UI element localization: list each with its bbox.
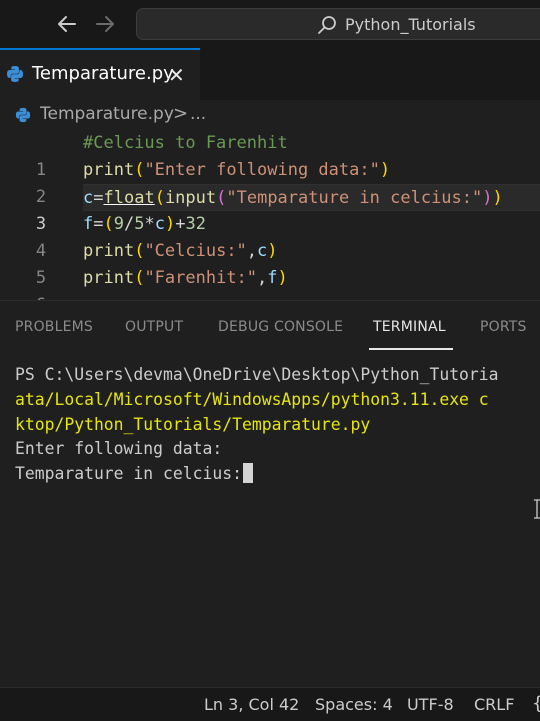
status-bar: Ln 3, Col 42 Spaces: 4 UTF-8 CRLF { (0, 687, 540, 721)
code-line: 1 #Celcius to Farenhit (0, 130, 540, 180)
arrow-right-icon[interactable] (91, 10, 119, 38)
language-mode-icon[interactable]: { (532, 693, 540, 714)
python-icon (15, 107, 31, 123)
cursor-position[interactable]: Ln 3, Col 42 (204, 695, 299, 714)
code-line: 5 print("Celcius:",c) (0, 238, 540, 288)
command-center-search[interactable]: Python_Tutorials (136, 8, 540, 40)
arrow-left-icon[interactable] (53, 10, 81, 38)
line-2-code: print("Enter following data:") (83, 160, 391, 180)
tab-terminal[interactable]: TERMINAL (373, 319, 446, 335)
code-line-active: 3 c=float(input("Temparature in celcius:… (0, 184, 540, 234)
terminal-cursor (242, 463, 253, 483)
tab-label: Temparature.py (32, 63, 174, 84)
terminal-line: ata/Local/Microsoft/WindowsApps/python3.… (15, 390, 489, 409)
editor-tab-bar: Temparature.py ✕ (0, 48, 540, 101)
code-comment: #Celcius to Farenhit (83, 133, 288, 153)
tab-problems[interactable]: PROBLEMS (15, 319, 93, 335)
line-1-code: #Celcius to Farenhit (83, 130, 540, 157)
active-tab-indicator (369, 348, 453, 350)
line-3-code: c=float(input("Temparature in celcius:")… (83, 184, 540, 211)
code-editor[interactable]: 1 #Celcius to Farenhit 2 print("Enter fo… (0, 130, 540, 315)
search-icon (317, 15, 339, 35)
terminal-line: Enter following data: (15, 439, 223, 458)
text-cursor-icon (533, 499, 540, 519)
breadcrumb: Temparature.py > ... (0, 100, 540, 130)
line-5-code: print("Celcius:",c) (83, 241, 278, 261)
terminal-input-line[interactable]: Temparature in celcius: (15, 462, 253, 486)
line-6-code: print("Farenhit:",f) (83, 268, 288, 288)
tab-output[interactable]: OUTPUT (125, 319, 183, 335)
terminal-line: ktop/Python_Tutorials/Temparature.py (15, 415, 371, 434)
panel-tab-bar: PROBLEMS OUTPUT DEBUG CONSOLE TERMINAL P… (0, 301, 540, 351)
terminal-prompt: Temparature in celcius: (15, 464, 242, 483)
line-4-code: f=(9/5*c)+32 (83, 214, 206, 234)
code-line: 4 f=(9/5*c)+32 (0, 211, 540, 261)
close-icon[interactable]: ✕ (168, 63, 185, 87)
indentation-setting[interactable]: Spaces: 4 (315, 695, 393, 714)
breadcrumb-file[interactable]: Temparature.py (40, 104, 174, 124)
chevron-right-icon: > (173, 103, 189, 124)
terminal-line: PS C:\Users\devma\OneDrive\Desktop\Pytho… (15, 365, 499, 384)
terminal[interactable]: PS C:\Users\devma\OneDrive\Desktop\Pytho… (0, 351, 540, 687)
search-text: Python_Tutorials (345, 15, 476, 34)
tab-debug-console[interactable]: DEBUG CONSOLE (218, 319, 343, 335)
tab-ports[interactable]: PORTS (480, 319, 527, 335)
tab-temparature-py[interactable]: Temparature.py ✕ (0, 48, 200, 100)
encoding-setting[interactable]: UTF-8 (407, 695, 454, 714)
python-icon (6, 65, 24, 83)
eol-setting[interactable]: CRLF (474, 695, 514, 714)
title-bar: Python_Tutorials (0, 0, 540, 48)
breadcrumb-more[interactable]: ... (190, 104, 206, 124)
code-line: 6 print("Farenhit:",f) (0, 265, 540, 315)
code-line: 2 print("Enter following data:") (0, 157, 540, 207)
